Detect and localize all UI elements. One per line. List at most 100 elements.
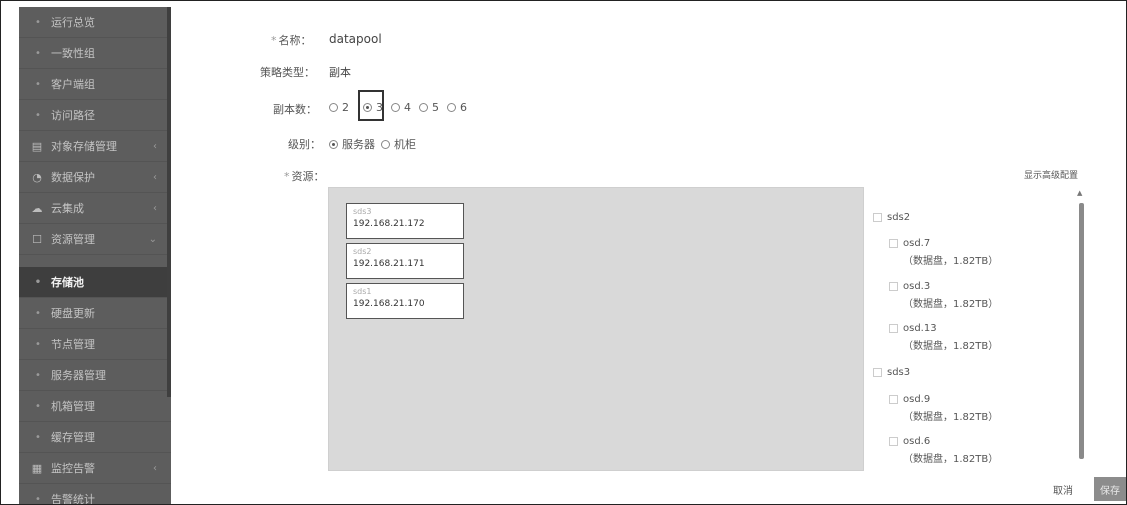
replica-option-4[interactable]: 4 [391,101,411,114]
sidebar-item-label: 硬盘更新 [51,307,95,320]
show-advanced-config-link[interactable]: 显示高级配置 [1024,168,1078,181]
tree-scrollbar[interactable]: ▲ [1076,189,1086,467]
replica-option-5[interactable]: 5 [419,101,439,114]
radio-circle-icon [447,103,456,112]
highlight-box [358,90,384,121]
shield-icon: ◔ [32,170,42,184]
sidebar-item-label: 对象存储管理 [51,140,117,153]
level-option-rack[interactable]: 机柜 [381,136,416,152]
sidebar-item-resource-management[interactable]: ☐ 资源管理 ⌄ [19,224,171,255]
tree-osd-detail: （数据盘，1.82TB） [903,341,999,352]
sidebar-item-access-path[interactable]: • 访问路径 [19,100,171,131]
bullet-icon: • [35,431,41,443]
tree-osd-detail: （数据盘，1.82TB） [903,256,999,267]
sidebar-item-label: 一致性组 [51,47,95,60]
scroll-up-icon[interactable]: ▲ [1077,189,1082,197]
server-node-card[interactable]: sds1 192.168.21.170 [346,283,464,319]
sidebar-item-alarm-stats[interactable]: • 告警统计 [19,484,171,504]
sidebar-item-data-protection[interactable]: ◔ 数据保护 ‹ [19,162,171,193]
radio-circle-icon [381,139,390,149]
sidebar-item-server-management[interactable]: • 服务器管理 [19,360,171,391]
disk-icon [889,436,898,446]
bullet-icon: • [34,276,42,288]
node-ip: 192.168.21.172 [353,219,425,229]
name-value: datapool [329,32,382,46]
save-button[interactable]: 保存 [1094,477,1126,501]
sidebar-item-label: 资源管理 [51,233,95,246]
bullet-icon: • [35,16,41,28]
folder-icon [873,367,882,377]
chevron-left-icon: ‹ [153,171,157,183]
sidebar-item-label: 服务器管理 [51,369,106,382]
sidebar-item-label: 云集成 [51,202,84,215]
sidebar-item-client-group[interactable]: • 客户端组 [19,69,171,100]
server-node-card[interactable]: sds2 192.168.21.171 [346,243,464,279]
cloud-icon: ☁ [31,201,43,215]
replica-option-6[interactable]: 6 [447,101,467,114]
required-marker: * [271,34,277,47]
replica-count-label: 副本数： [273,103,317,116]
sidebar-item-label: 节点管理 [51,338,95,351]
level-option-server[interactable]: 服务器 [329,136,375,152]
bucket-icon: ▤ [31,139,43,153]
tree-osd-detail: （数据盘，1.82TB） [903,299,999,310]
tree-osd-detail: （数据盘，1.82TB） [903,454,999,465]
sidebar-item-disk-update[interactable]: • 硬盘更新 [19,298,171,329]
tree-osd-item[interactable]: osd.13 [889,323,937,334]
bullet-icon: • [35,493,41,505]
node-ip: 192.168.21.170 [353,299,425,309]
tree-host-item[interactable]: sds2 [873,212,910,223]
bullet-icon: • [35,400,41,412]
sidebar-item-label: 告警统计 [51,493,95,504]
cancel-button[interactable]: 取消 [1053,482,1073,497]
bullet-icon: • [35,307,41,319]
sidebar-item-label: 运行总览 [51,16,95,29]
node-name: sds2 [353,247,372,256]
bullet-icon: • [35,369,41,381]
bullet-icon: • [35,338,41,350]
sidebar-item-consistency-group[interactable]: • 一致性组 [19,38,171,69]
sidebar-item-monitoring[interactable]: ▦ 监控告警 ‹ [19,453,171,484]
server-node-card[interactable]: sds3 192.168.21.172 [346,203,464,239]
resource-icon: ☐ [32,232,42,246]
sidebar-item-node-management[interactable]: • 节点管理 [19,329,171,360]
tree-osd-item[interactable]: osd.3 [889,281,930,292]
chevron-left-icon: ‹ [153,140,157,152]
sidebar-item-storage-pool[interactable]: • 存储池 [19,267,171,298]
node-name: sds1 [353,287,372,296]
level-label: 级别： [288,138,321,151]
node-ip: 192.168.21.171 [353,259,425,269]
sidebar-item-overview[interactable]: • 运行总览 [19,7,171,38]
scrollbar-thumb[interactable] [1079,203,1084,459]
sidebar-item-label: 数据保护 [51,171,95,184]
radio-circle-icon [329,103,338,112]
monitor-icon: ▦ [31,461,43,475]
sidebar-item-label: 机箱管理 [51,400,95,413]
disk-icon [889,394,898,404]
chevron-left-icon: ‹ [153,202,157,214]
bullet-icon: • [35,109,41,121]
replica-option-2[interactable]: 2 [329,101,349,114]
disk-icon [889,238,898,248]
window-frame: • 运行总览 • 一致性组 • 客户端组 • 访问路径 ▤ 对象存储管理 ‹ ◔ 数据保护 ‹ … [0,0,1127,505]
sidebar-item-chassis-management[interactable]: • 机箱管理 [19,391,171,422]
sidebar-item-object-storage[interactable]: ▤ 对象存储管理 ‹ [19,131,171,162]
tree-host-item[interactable]: sds3 [873,367,910,378]
sidebar: • 运行总览 • 一致性组 • 客户端组 • 访问路径 ▤ 对象存储管理 ‹ ◔ 数据保护 ‹ … [19,7,171,504]
tree-osd-item[interactable]: osd.6 [889,436,930,447]
policy-type-value: 副本 [329,66,351,79]
sidebar-item-label: 缓存管理 [51,431,95,444]
node-name: sds3 [353,207,372,216]
folder-icon [873,212,882,222]
tree-osd-item[interactable]: osd.7 [889,238,930,249]
policy-type-label: 策略类型： [260,66,315,79]
radio-circle-icon [391,103,400,112]
sidebar-item-cloud[interactable]: ☁ 云集成 ‹ [19,193,171,224]
radio-circle-icon [419,103,428,112]
disk-icon [889,323,898,333]
sidebar-item-label: 存储池 [51,276,84,289]
tree-osd-item[interactable]: osd.9 [889,394,930,405]
bullet-icon: • [35,78,41,90]
sidebar-item-cache-management[interactable]: • 缓存管理 [19,422,171,453]
sidebar-scrollbar[interactable] [167,7,171,397]
